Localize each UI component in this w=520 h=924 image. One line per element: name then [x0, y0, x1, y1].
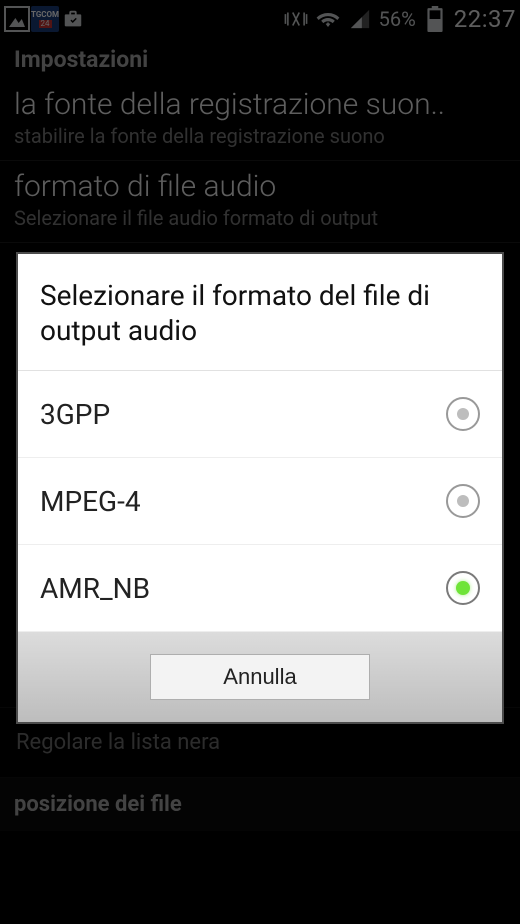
- statusbar-briefcase-icon: [60, 6, 86, 32]
- setting-sub: stabilire la fonte della registrazione s…: [14, 124, 506, 148]
- signal-icon: [347, 6, 373, 32]
- radio-icon-selected: [446, 571, 480, 605]
- radio-icon: [446, 484, 480, 518]
- radio-icon: [446, 397, 480, 431]
- clock: 22:37: [454, 5, 516, 33]
- setting-title: formato di file audio: [14, 169, 506, 204]
- option-3gpp[interactable]: 3GPP: [18, 371, 502, 458]
- option-label: 3GPP: [40, 398, 110, 431]
- setting-recording-source[interactable]: la fonte della registrazione suon.. stab…: [0, 79, 520, 161]
- statusbar-tgcom-icon: TGCOM24: [32, 6, 58, 32]
- section-file-position: posizione dei file: [0, 778, 520, 831]
- page-title: Impostazioni: [14, 46, 506, 73]
- cancel-button[interactable]: Annulla: [150, 654, 370, 700]
- dialog-title: Selezionare il formato del file di outpu…: [40, 278, 480, 348]
- page-header: Impostazioni: [0, 38, 520, 79]
- setting-label: Regolare la lista nera: [16, 730, 220, 755]
- option-amr-nb[interactable]: AMR_NB: [18, 545, 502, 632]
- setting-title: la fonte della registrazione suon..: [14, 87, 506, 122]
- dialog-footer: Annulla: [18, 632, 502, 722]
- option-label: MPEG-4: [40, 485, 141, 518]
- battery-percent: 56%: [379, 7, 416, 31]
- option-mpeg4[interactable]: MPEG-4: [18, 458, 502, 545]
- status-bar: TGCOM24 56% 22:37: [0, 0, 520, 38]
- dialog-header: Selezionare il formato del file di outpu…: [18, 254, 502, 371]
- audio-format-dialog: Selezionare il formato del file di outpu…: [16, 252, 504, 724]
- statusbar-picture-icon: [4, 6, 30, 32]
- vibrate-icon: [283, 6, 309, 32]
- setting-sub: Selezionare il file audio formato di out…: [14, 206, 506, 230]
- setting-audio-format[interactable]: formato di file audio Selezionare il fil…: [0, 161, 520, 243]
- wifi-icon: [315, 6, 341, 32]
- battery-icon: [422, 6, 448, 32]
- option-label: AMR_NB: [40, 572, 150, 605]
